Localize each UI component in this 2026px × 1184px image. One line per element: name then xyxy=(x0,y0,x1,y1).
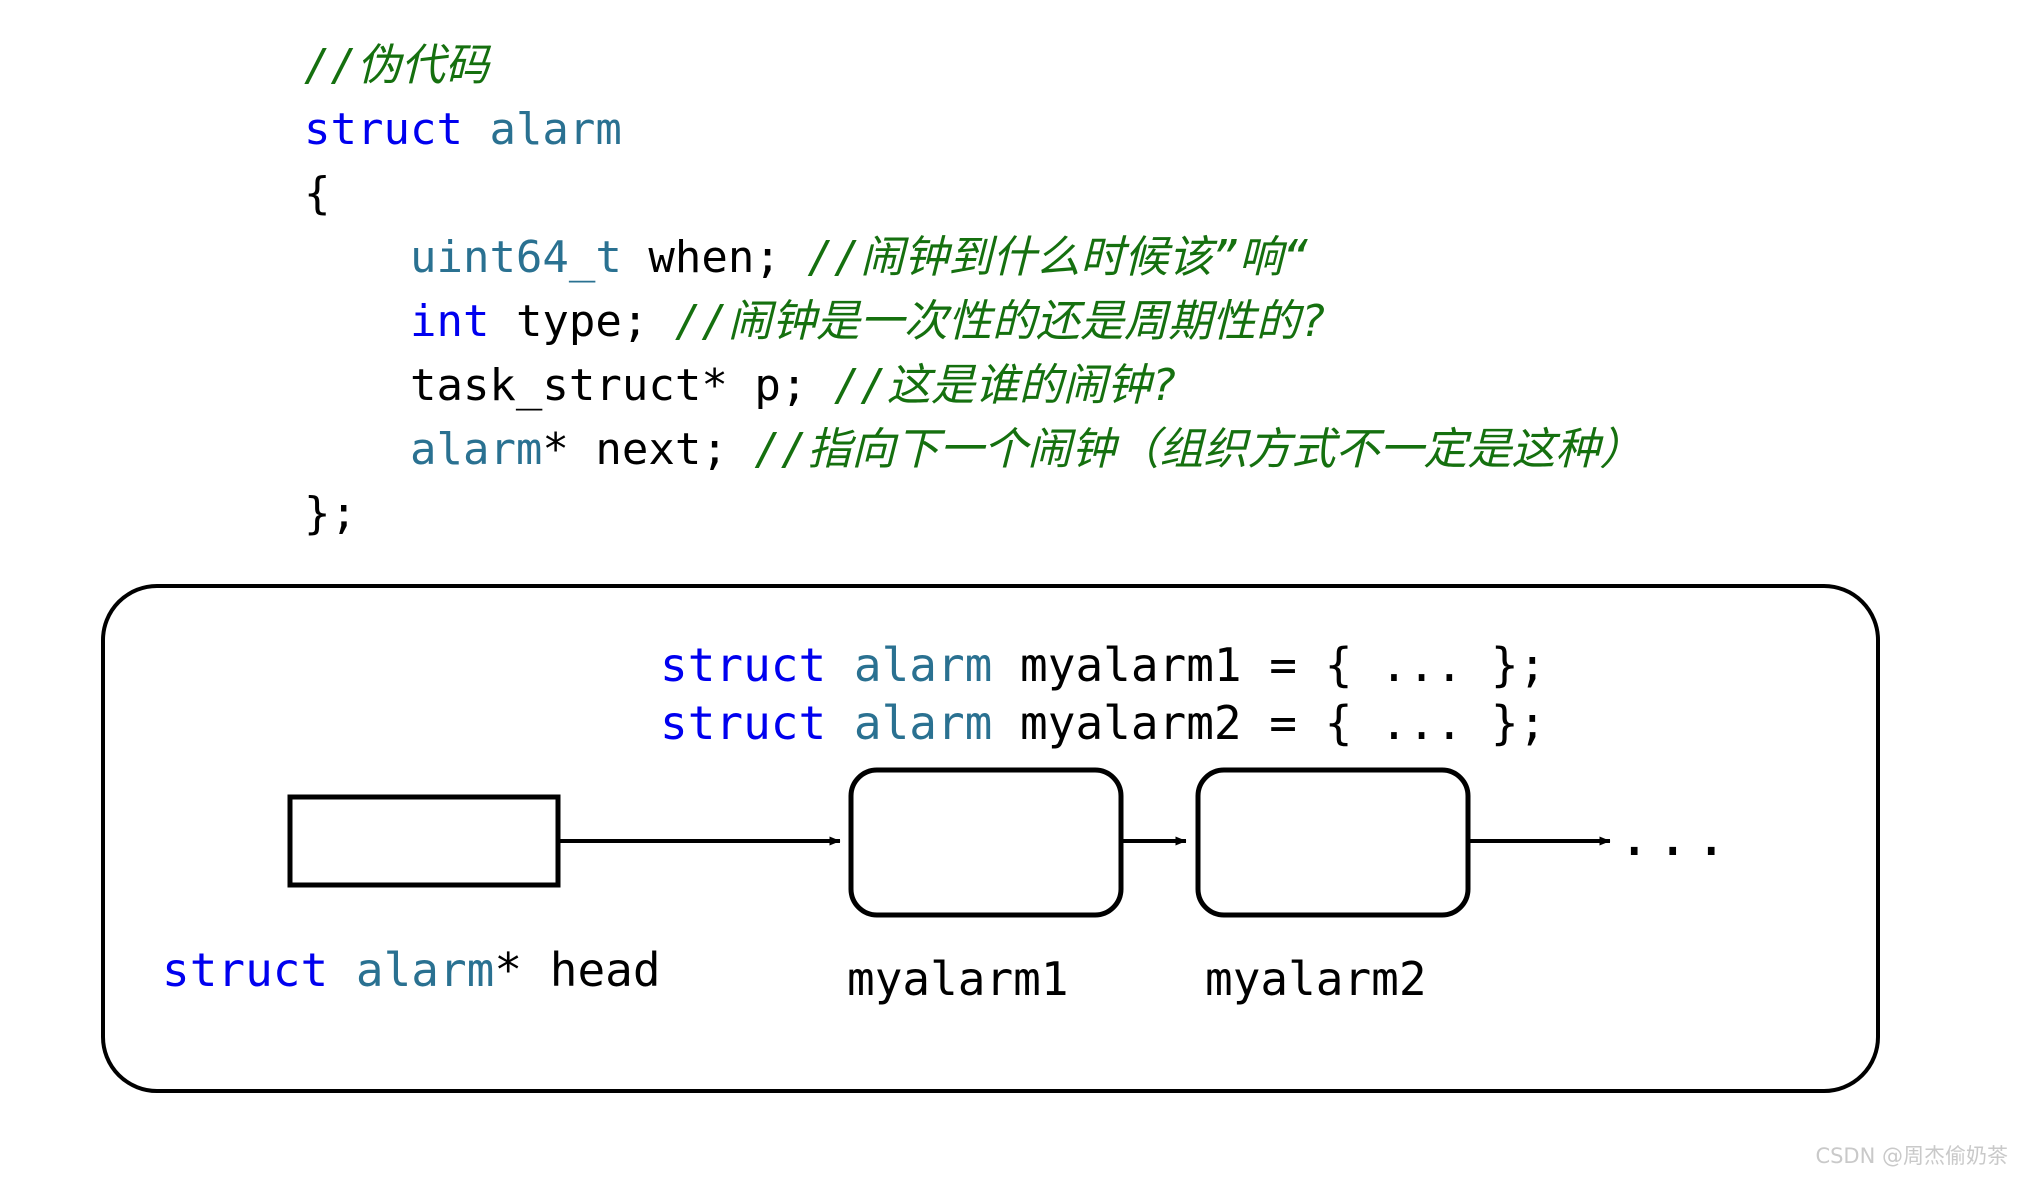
code-token-plain: type; xyxy=(489,296,675,347)
code-token-kw: struct xyxy=(162,943,329,997)
head-caption-line: struct alarm* head xyxy=(162,943,661,997)
code-token-plain: task_struct* p; xyxy=(304,360,834,411)
head-pointer-box xyxy=(287,794,561,888)
code-token-kw: int xyxy=(409,296,490,347)
code-line-7: }; xyxy=(304,482,1643,546)
code-token-type: uint64_t xyxy=(409,232,622,283)
code-line-6: alarm* next; //指向下一个闹钟（组织方式不一定是这种） xyxy=(304,418,1643,482)
code-token-kw: struct xyxy=(304,104,463,155)
code-line-0: //伪代码 xyxy=(304,34,1643,98)
declaration-line-0: struct alarm myalarm1 = { ... }; xyxy=(660,636,1546,694)
code-token-type: alarm xyxy=(409,424,543,475)
code-token-cmt: //闹钟是一次性的还是周期性的? xyxy=(674,296,1327,347)
code-token-type: alarm xyxy=(853,638,993,692)
code-token-kw: struct xyxy=(660,638,827,692)
linked-list-graphic xyxy=(287,767,1611,918)
code-token-cmt: //伪代码 xyxy=(304,40,489,91)
code-line-1: struct alarm xyxy=(304,98,1643,162)
code-token-cmt: //指向下一个闹钟（组织方式不一定是这种） xyxy=(754,424,1644,475)
code-token-type: alarm xyxy=(355,943,495,997)
myalarm2-caption: myalarm2 xyxy=(1205,952,1427,1006)
code-token-cmt: //闹钟到什么时候该”响“ xyxy=(807,232,1310,283)
tail-ellipsis: ... xyxy=(1618,805,1734,868)
code-token-plain: * next; xyxy=(542,424,755,475)
code-line-4: int type; //闹钟是一次性的还是周期性的? xyxy=(304,290,1643,354)
code-line-2: { xyxy=(304,162,1643,226)
code-token-plain: * head xyxy=(494,943,661,997)
pseudocode-block: //伪代码 struct alarm { uint64_t when; //闹钟到什… xyxy=(304,34,1643,546)
csdn-watermark: CSDN @周杰偷奶茶 xyxy=(1815,1144,2008,1168)
code-token-cmt: //这是谁的闹钟? xyxy=(833,360,1178,411)
code-token-plain: { xyxy=(304,168,331,219)
myalarm2-node-box xyxy=(1195,767,1471,918)
code-token-plain: }; xyxy=(304,488,357,539)
code-token-plain: when; xyxy=(621,232,808,283)
myalarm1-node-box xyxy=(848,767,1124,918)
code-line-5: task_struct* p; //这是谁的闹钟? xyxy=(304,354,1643,418)
code-token-type: alarm xyxy=(489,104,622,155)
declaration-lines: struct alarm myalarm1 = { ... }; struct a… xyxy=(660,636,1546,752)
code-line-3: uint64_t when; //闹钟到什么时候该”响“ xyxy=(304,226,1643,290)
head-pointer-caption: struct alarm* head xyxy=(162,943,661,997)
code-token-plain: myalarm1 = { ... }; xyxy=(992,638,1547,692)
myalarm1-caption: myalarm1 xyxy=(847,952,1069,1006)
